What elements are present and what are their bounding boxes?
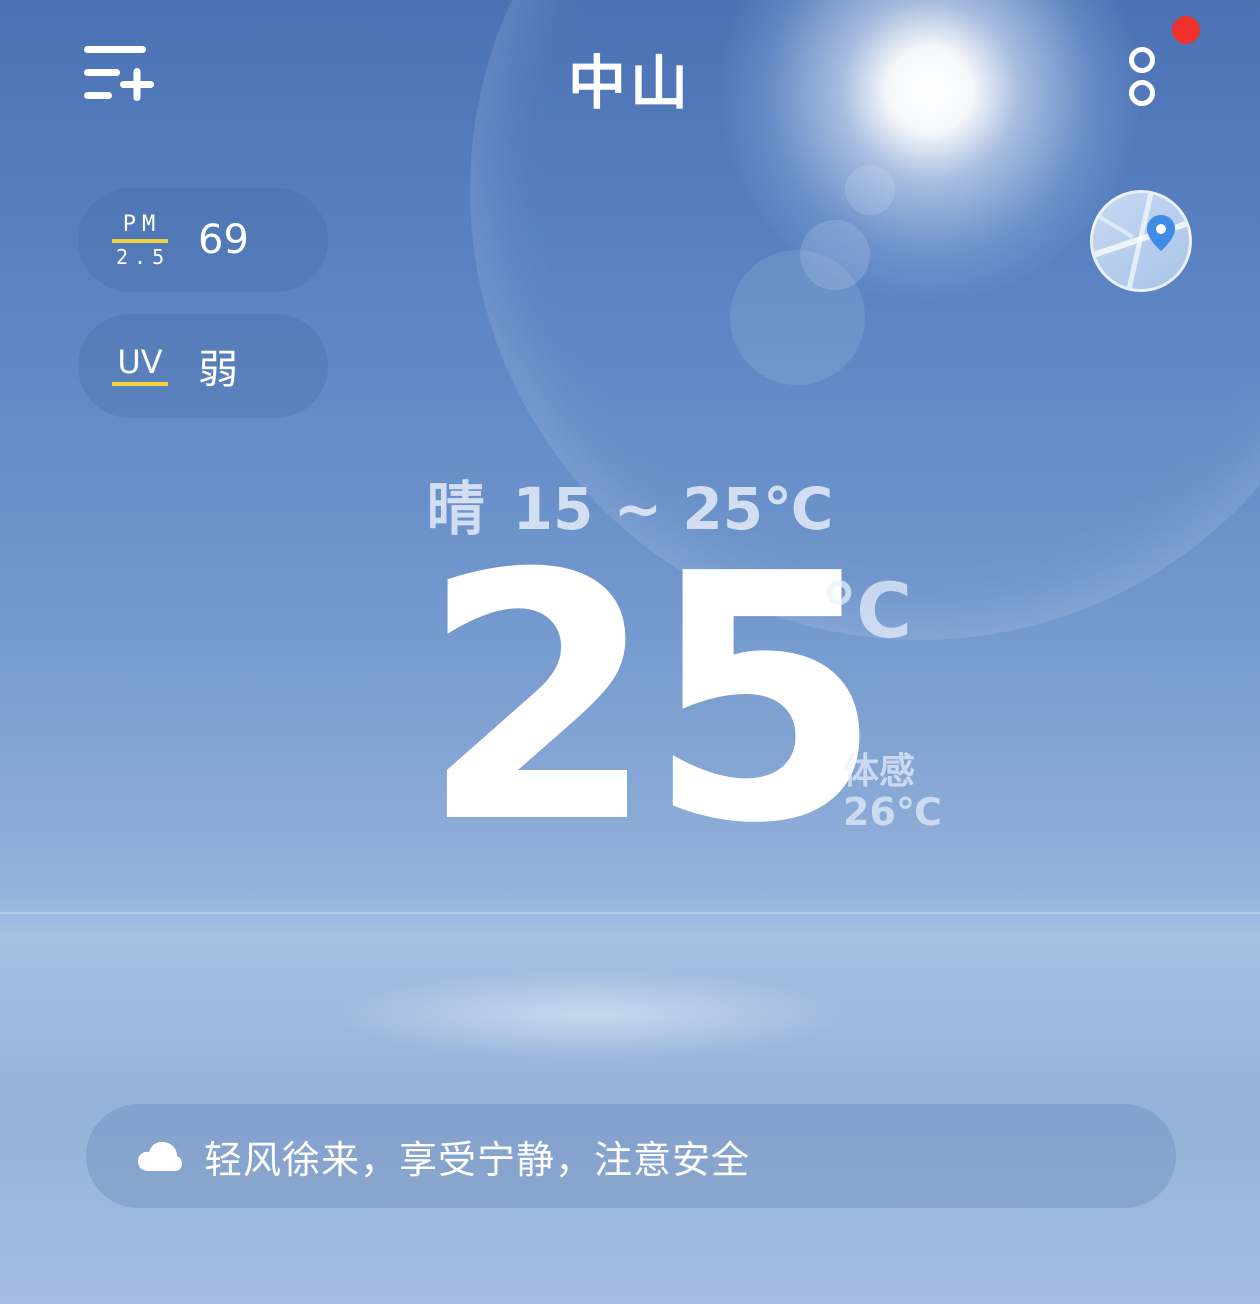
weather-tip-bar[interactable]: 轻风徐来，享受宁静，注意安全 <box>86 1104 1176 1208</box>
uv-value: 弱 <box>198 347 238 393</box>
location-pin-icon <box>1093 193 1189 289</box>
pm25-label: PM 2.5 <box>112 211 171 269</box>
feels-like-value: 26℃ <box>843 790 942 834</box>
uv-accent-bar <box>112 382 168 386</box>
city-title[interactable]: 中山 <box>430 36 830 120</box>
notification-badge <box>1172 16 1200 44</box>
uv-label: UV <box>112 346 168 386</box>
feels-like-label: 体感 <box>843 751 916 792</box>
pm25-label-bottom: 2.5 <box>116 244 171 269</box>
cloud-icon <box>138 1141 182 1171</box>
temperature-unit: ℃ <box>820 566 913 655</box>
uv-pill[interactable]: UV 弱 <box>78 314 328 418</box>
add-city-list-button[interactable] <box>80 40 160 110</box>
map-button[interactable] <box>1090 190 1192 292</box>
lens-flare <box>730 250 865 385</box>
pm25-value: 69 <box>198 217 249 263</box>
more-menu-button[interactable] <box>1120 40 1164 112</box>
horizon <box>0 912 1260 914</box>
weather-tip-text: 轻风徐来，享受宁静，注意安全 <box>204 1137 751 1182</box>
weather-screen: 中山 PM 2.5 69 UV 弱 晴 15 ~ 25℃ 25 ℃ 体感 26℃… <box>0 0 1260 1304</box>
pm25-pill[interactable]: PM 2.5 69 <box>78 188 328 292</box>
sea-reflection <box>330 970 850 1060</box>
uv-label-text: UV <box>117 343 163 381</box>
current-temperature: 25 <box>420 502 883 898</box>
add-city-list-icon <box>84 46 154 101</box>
more-vertical-icon <box>1129 47 1155 106</box>
pm25-label-top: PM <box>122 211 162 237</box>
pm25-accent-bar <box>112 238 168 243</box>
lens-flare <box>845 165 895 215</box>
